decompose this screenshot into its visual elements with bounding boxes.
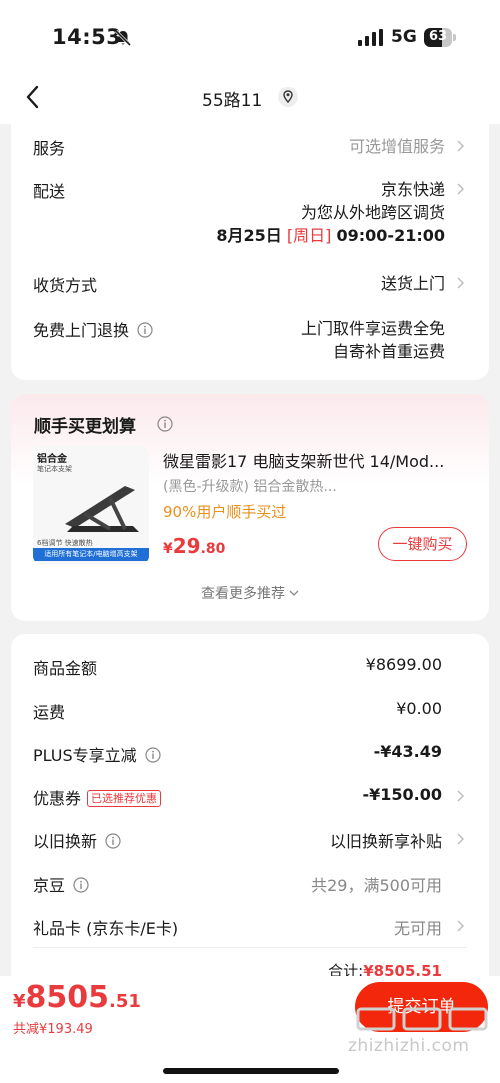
- free-return-line1: 上门取件享运费全免: [300, 319, 445, 338]
- jingdou-text: 京豆: [33, 876, 66, 895]
- chevron-right-icon[interactable]: [456, 139, 465, 153]
- bell-muted-icon: [114, 29, 132, 47]
- product-spec: (黑色-升级款) 铝合金散热...: [163, 479, 337, 495]
- free-return-value: 上门取件享运费全免 自寄补首重运费: [301, 317, 445, 363]
- goods-amount-value: ¥8699.00: [365, 655, 442, 674]
- checkout-decimal: .51: [109, 991, 141, 1012]
- service-value[interactable]: 可选增值服务: [349, 135, 445, 158]
- delivery-label: 配送: [33, 182, 66, 201]
- trade-in-label: 以旧换新: [33, 828, 121, 852]
- trade-in-value[interactable]: 以旧换新享补贴: [330, 828, 442, 852]
- receive-method-value[interactable]: 送货上门: [381, 272, 445, 295]
- delivery-service-card: 服务 可选增值服务 配送 京东快递 为您从外地跨区调货 8月25日 [周日] 0…: [11, 114, 489, 380]
- jingdou-value: 共29，满500可用: [311, 876, 442, 895]
- receive-method-label: 收货方式: [33, 276, 98, 295]
- one-click-buy-button[interactable]: 一键购买: [378, 527, 467, 561]
- watermark-text: zhizhizhi.com: [348, 1036, 470, 1056]
- signal-icon: [358, 29, 383, 46]
- info-icon[interactable]: [105, 833, 121, 849]
- info-icon[interactable]: [157, 416, 173, 432]
- delivery-window: 09:00-21:00: [336, 226, 446, 245]
- watermark-logo: [356, 1007, 488, 1031]
- free-return-text: 免费上门退换: [33, 321, 130, 340]
- recommend-card: 顺手买更划算 铝合金 笔记本支架 6档调节 快速散热 适用所有笔记本/电脑增高支…: [11, 394, 489, 621]
- info-icon[interactable]: [145, 747, 161, 763]
- jingdou-label: 京豆: [33, 872, 89, 896]
- status-bar: 14:53 5G 63: [0, 0, 500, 72]
- coupon-tag: 已选推荐优惠: [87, 790, 162, 807]
- chevron-right-icon[interactable]: [456, 832, 465, 846]
- chevron-right-icon[interactable]: [456, 789, 465, 803]
- free-return-label: 免费上门退换: [33, 317, 153, 341]
- chevron-right-icon[interactable]: [456, 276, 465, 290]
- delivery-note: 为您从外地跨区调货: [300, 203, 445, 222]
- gift-card-label: 礼品卡 (京东卡/E卡): [33, 919, 179, 938]
- delivery-time: 8月25日 [周日] 09:00-21:00: [216, 224, 445, 247]
- more-link-label: 查看更多推荐: [201, 586, 285, 602]
- coupon-value[interactable]: -¥150.00: [362, 785, 442, 804]
- product-name[interactable]: 微星雷影17 电脑支架新世代 14/Mod...: [163, 448, 468, 472]
- trade-in-text: 以旧换新: [33, 832, 98, 851]
- image-tag-type: 笔记本支架: [37, 465, 72, 473]
- home-indicator: [163, 1068, 339, 1074]
- laptop-stand-icon: [65, 486, 139, 532]
- nav-title: 55路11: [202, 91, 263, 111]
- image-tag-material: 铝合金: [37, 454, 67, 465]
- total-saved: 共减¥193.49: [13, 1022, 93, 1037]
- price-summary-card: 商品金额 ¥8699.00 运费 ¥0.00 PLUS专享立减 -¥43.49 …: [11, 634, 489, 1004]
- checkout-total: ¥8505.51: [13, 980, 141, 1015]
- free-return-line2: 自寄补首重运费: [332, 342, 445, 361]
- image-tag-feature: 6档调节 快速散热: [37, 539, 93, 547]
- price-symbol: ¥: [163, 541, 173, 557]
- chevron-down-icon: [289, 590, 299, 596]
- location-pin-icon[interactable]: [277, 86, 299, 108]
- battery-level: 63: [428, 29, 448, 44]
- shipping-label: 运费: [33, 703, 66, 722]
- image-banner: 适用所有笔记本/电脑增高支架: [33, 548, 149, 561]
- product-stat: 90%用户顺手买过: [163, 503, 287, 521]
- delivery-carrier: 京东快递: [380, 180, 445, 199]
- service-label: 服务: [33, 139, 66, 158]
- plus-discount-value: -¥43.49: [373, 742, 442, 761]
- chevron-left-icon[interactable]: [22, 84, 46, 110]
- product-image[interactable]: 铝合金 笔记本支架 6档调节 快速散热 适用所有笔记本/电脑增高支架: [33, 446, 149, 564]
- checkout-symbol: ¥: [13, 991, 26, 1012]
- info-icon[interactable]: [73, 877, 89, 893]
- bottom-checkout-bar: ¥8505.51 共减¥193.49 提交订单 zhizhizhi.com: [0, 976, 500, 1083]
- coupon-label: 优惠券 已选推荐优惠: [33, 785, 162, 809]
- delivery-date: 8月25日: [216, 226, 282, 245]
- plus-discount-label: PLUS专享立减: [33, 742, 161, 766]
- goods-amount-label: 商品金额: [33, 659, 98, 678]
- delivery-info[interactable]: 京东快递 为您从外地跨区调货 8月25日 [周日] 09:00-21:00: [216, 178, 445, 247]
- price-decimal: .80: [200, 541, 226, 557]
- status-time: 14:53: [52, 25, 122, 49]
- plus-discount-text: PLUS专享立减: [33, 746, 137, 765]
- divider: [33, 947, 467, 948]
- checkout-integer: 8505: [25, 980, 110, 1015]
- coupon-text: 优惠券: [33, 789, 82, 808]
- more-recommendations-link[interactable]: 查看更多推荐: [11, 583, 489, 603]
- info-icon[interactable]: [137, 322, 153, 338]
- battery-icon: 63: [424, 28, 456, 47]
- gift-card-value[interactable]: 无可用: [394, 915, 442, 939]
- delivery-weekday: [周日]: [286, 226, 332, 245]
- price-integer: 29: [172, 534, 201, 558]
- shipping-value: ¥0.00: [396, 699, 442, 718]
- chevron-right-icon[interactable]: [456, 182, 465, 196]
- network-label: 5G: [391, 27, 417, 47]
- product-price: ¥29.80: [163, 534, 225, 558]
- chevron-right-icon[interactable]: [456, 919, 465, 933]
- recommend-title: 顺手买更划算: [34, 417, 136, 437]
